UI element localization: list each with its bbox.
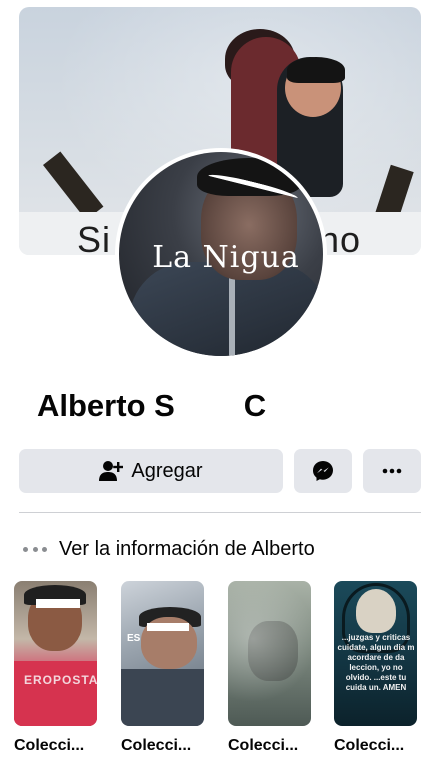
- ellipsis-icon: [23, 546, 47, 552]
- thumbnail-text: ES: [127, 633, 141, 644]
- avatar-zipper: [229, 272, 235, 356]
- cover-caption-left: Si: [77, 219, 112, 255]
- featured-collections: EROPOSTAL Colecci... ES Colecci... Colec…: [14, 581, 441, 768]
- profile-name: Alberto S C: [37, 388, 267, 423]
- collection-label: Colecci...: [14, 737, 85, 754]
- collection-label: Colecci...: [334, 737, 405, 754]
- messenger-icon: [313, 461, 333, 481]
- collection-label: Colecci...: [121, 737, 192, 754]
- add-friend-icon: [99, 461, 124, 481]
- eye-censor-bar: [147, 623, 189, 631]
- cover-figure-man-hair: [287, 57, 345, 83]
- avatar-watermark: La Nigua: [152, 240, 300, 275]
- thumbnail-quote: ...juzgas y criticas cuidate, algun dia …: [337, 633, 415, 692]
- more-icon: [382, 468, 402, 474]
- add-friend-button[interactable]: Agregar: [19, 449, 283, 493]
- message-button[interactable]: [294, 449, 352, 493]
- shirt-brand-text: EROPOSTAL: [24, 673, 97, 687]
- avatar-photo: La Nigua: [119, 152, 323, 356]
- more-options-button[interactable]: [363, 449, 421, 493]
- collection-label: Colecci...: [228, 737, 299, 754]
- section-divider: [19, 512, 421, 513]
- about-info-text: Ver la información de Alberto: [59, 537, 315, 560]
- collection-thumbnail: EROPOSTAL: [14, 581, 97, 726]
- profile-actions: Agregar: [19, 449, 421, 493]
- collection-item[interactable]: ...juzgas y criticas cuidate, algun dia …: [334, 581, 417, 755]
- profile-avatar[interactable]: La Nigua: [115, 148, 327, 360]
- collection-thumbnail: ...juzgas y criticas cuidate, algun dia …: [334, 581, 417, 726]
- eye-censor-bar: [36, 599, 80, 608]
- collection-thumbnail: ES: [121, 581, 204, 726]
- collection-item[interactable]: ES Colecci...: [121, 581, 204, 755]
- about-info-link[interactable]: Ver la información de Alberto: [19, 534, 315, 564]
- skull-image: [356, 589, 396, 633]
- collection-item[interactable]: EROPOSTAL Colecci...: [14, 581, 97, 755]
- add-friend-label: Agregar: [131, 459, 203, 482]
- collection-item[interactable]: Colecci...: [228, 581, 311, 755]
- collection-thumbnail: [228, 581, 311, 726]
